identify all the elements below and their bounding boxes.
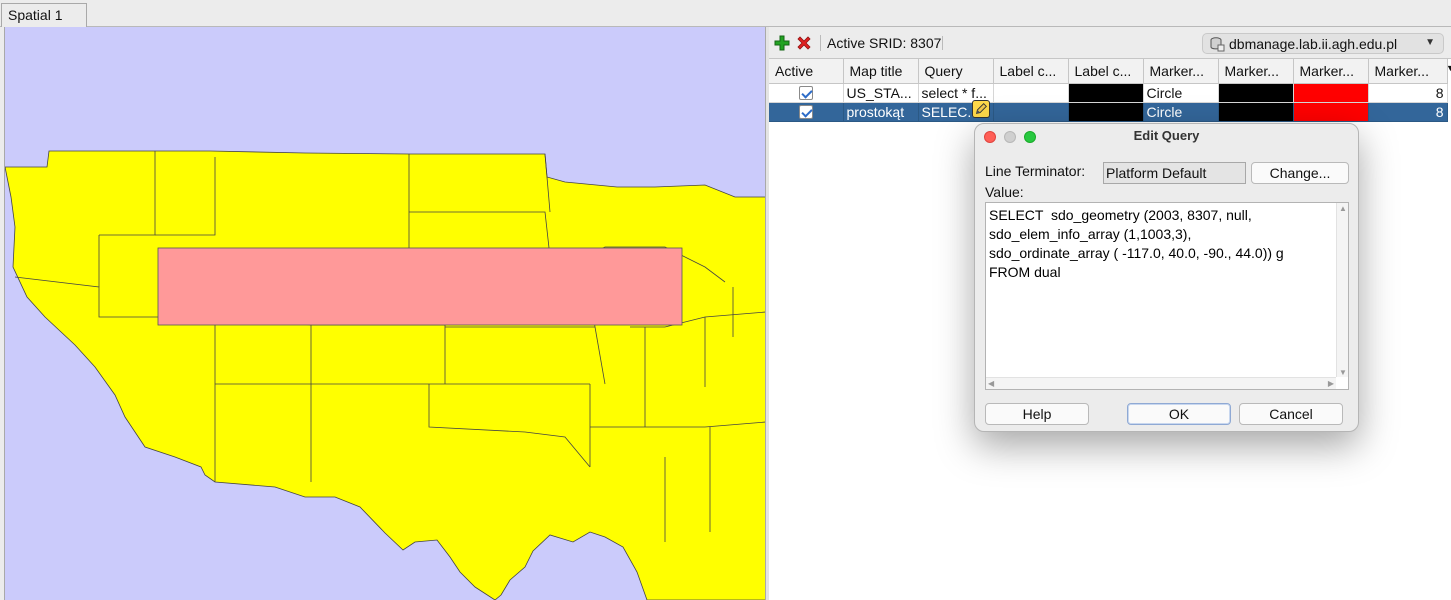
column-header[interactable]: Label c...: [1068, 59, 1144, 84]
chevron-down-icon[interactable]: ▼: [1446, 63, 1451, 73]
column-header[interactable]: Query: [918, 59, 994, 84]
column-header[interactable]: Marker...: [1368, 59, 1448, 84]
column-header[interactable]: Marker...: [1143, 59, 1219, 84]
table-header: Active Map title Query Label c... Label …: [769, 59, 1448, 84]
toolbar-separator: [942, 36, 943, 50]
pencil-icon[interactable]: [972, 100, 990, 118]
table-row[interactable]: prostokąt SELEC... Circle 8: [769, 102, 1448, 122]
active-cell[interactable]: [769, 83, 844, 103]
map-view[interactable]: [4, 27, 765, 600]
layers-table: Active Map title Query Label c... Label …: [769, 59, 1448, 122]
label-color-cell[interactable]: [993, 83, 1069, 103]
us-states-shape: [5, 150, 765, 600]
scroll-down-icon[interactable]: ▼: [1339, 368, 1347, 377]
table-row[interactable]: US_STA... select * f... Circle 8: [769, 83, 1448, 103]
scroll-right-icon[interactable]: ▶: [1328, 379, 1334, 388]
column-header[interactable]: Marker...: [1293, 59, 1369, 84]
database-icon: [1210, 37, 1225, 52]
scroll-up-icon[interactable]: ▲: [1339, 204, 1347, 213]
query-rectangle: [157, 247, 683, 326]
active-srid-label: Active SRID: 8307: [820, 35, 941, 51]
query-text[interactable]: SELECT sdo_geometry (2003, 8307, null, s…: [986, 203, 1348, 285]
marker-color-swatch[interactable]: [1218, 83, 1294, 103]
value-label: Value:: [985, 184, 1024, 200]
active-checkbox[interactable]: [798, 85, 813, 100]
active-cell[interactable]: [769, 102, 844, 122]
scroll-left-icon[interactable]: ◀: [988, 379, 994, 388]
ok-button[interactable]: OK: [1127, 403, 1231, 425]
marker-shape-cell[interactable]: Circle: [1143, 83, 1219, 103]
label-color-swatch[interactable]: [1068, 102, 1144, 122]
map-title-cell[interactable]: prostokąt: [843, 102, 919, 122]
query-text-area[interactable]: SELECT sdo_geometry (2003, 8307, null, s…: [985, 202, 1349, 390]
marker-size-cell[interactable]: 8: [1368, 83, 1448, 103]
column-header[interactable]: Map title: [843, 59, 919, 84]
change-button[interactable]: Change...: [1251, 162, 1349, 184]
marker-color-swatch[interactable]: [1218, 102, 1294, 122]
green-plus-icon[interactable]: [773, 34, 791, 52]
marker-fill-swatch[interactable]: [1293, 102, 1369, 122]
editor-tab-bar: Spatial 1: [0, 0, 1451, 27]
label-color-swatch[interactable]: [1068, 83, 1144, 103]
connection-selector[interactable]: dbmanage.lab.ii.agh.edu.pl ▼: [1202, 33, 1444, 54]
line-terminator-field[interactable]: Platform Default: [1103, 162, 1246, 184]
cancel-button[interactable]: Cancel: [1239, 403, 1343, 425]
map-title-cell[interactable]: US_STA...: [843, 83, 919, 103]
marker-size-cell[interactable]: 8: [1368, 102, 1448, 122]
help-button[interactable]: Help: [985, 403, 1089, 425]
marker-fill-swatch[interactable]: [1293, 83, 1369, 103]
chevron-down-icon: ▼: [1425, 37, 1435, 48]
column-header[interactable]: Label c...: [993, 59, 1069, 84]
active-checkbox[interactable]: [798, 104, 813, 119]
dialog-title: Edit Query: [1133, 128, 1200, 143]
query-cell-text: SELEC...: [921, 103, 980, 120]
layer-toolbar: Active SRID: 8307 dbmanage.lab.ii.agh.ed…: [769, 27, 1451, 59]
horizontal-scrollbar[interactable]: ◀ ▶: [986, 377, 1336, 389]
connection-name: dbmanage.lab.ii.agh.edu.pl: [1229, 36, 1398, 52]
red-x-icon[interactable]: [795, 34, 813, 52]
us-map: [5, 150, 765, 600]
edit-query-dialog: Edit Query Line Terminator: Platform Def…: [974, 123, 1359, 432]
label-color-cell[interactable]: [993, 102, 1069, 122]
column-header[interactable]: Marker...: [1218, 59, 1294, 84]
tab-spatial-1[interactable]: Spatial 1: [1, 3, 87, 27]
marker-shape-cell[interactable]: Circle: [1143, 102, 1219, 122]
column-header[interactable]: Active: [769, 59, 844, 84]
vertical-scrollbar[interactable]: ▲ ▼: [1336, 203, 1348, 377]
line-terminator-label: Line Terminator:: [985, 163, 1086, 179]
